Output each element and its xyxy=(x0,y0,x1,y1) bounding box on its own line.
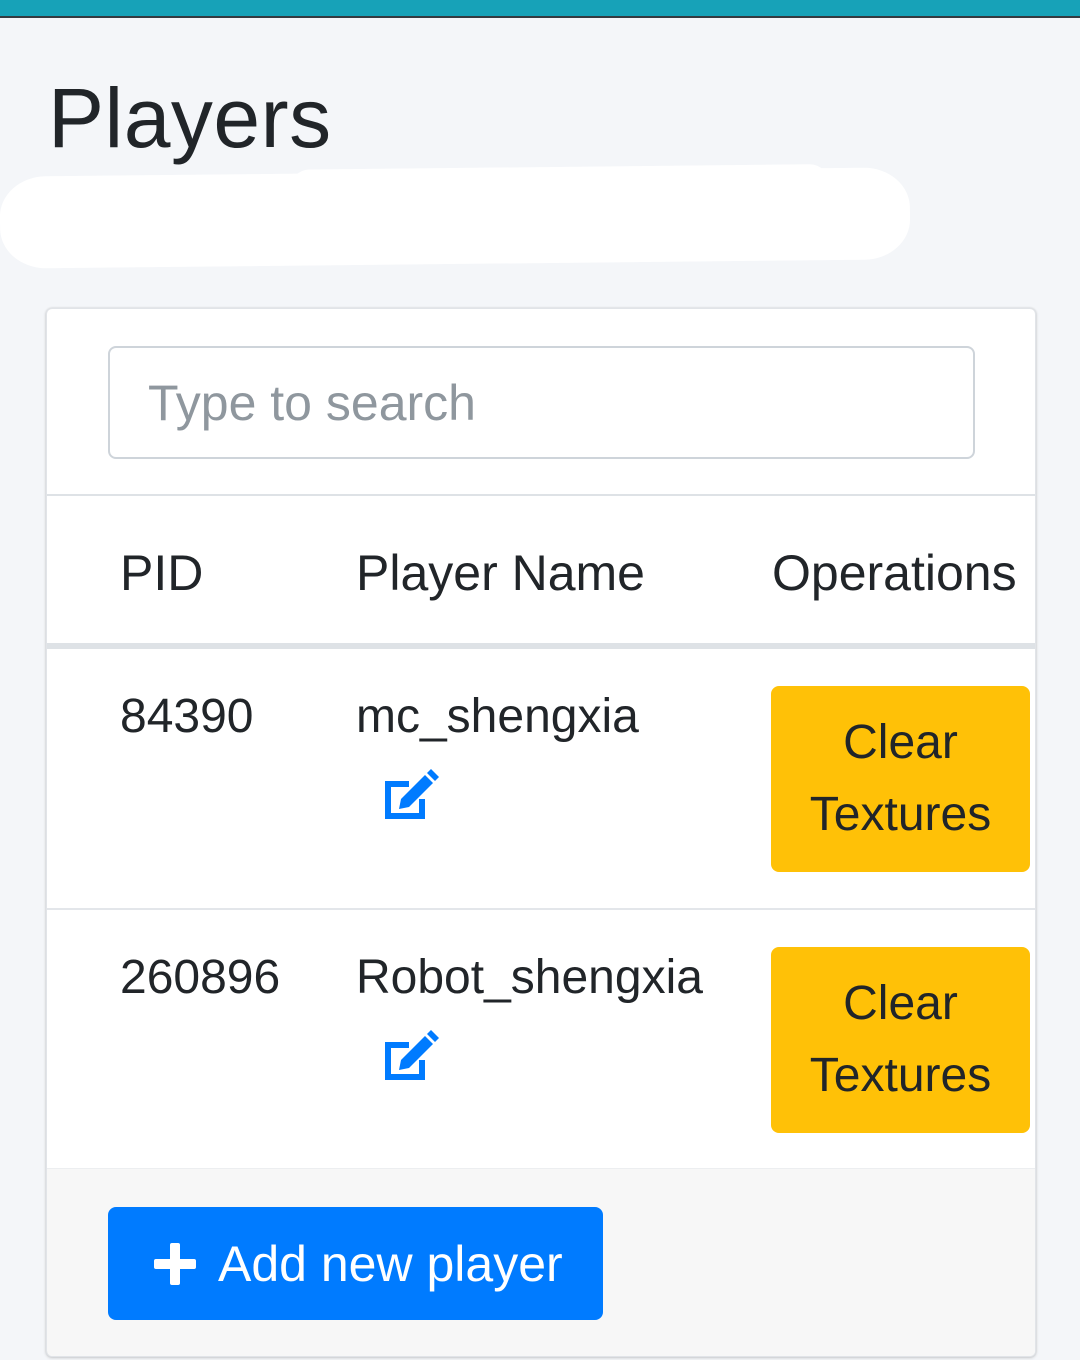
table-row: 260896 Robot_shengxia Clear Textures xyxy=(47,910,1035,1171)
add-new-player-button[interactable]: Add new player xyxy=(108,1207,603,1320)
clear-textures-label-line2: Textures xyxy=(809,1049,992,1102)
clear-textures-label-line2: Textures xyxy=(809,788,992,841)
top-navbar xyxy=(0,0,1080,18)
player-pid: 84390 xyxy=(120,690,254,743)
clear-textures-button[interactable]: Clear Textures xyxy=(771,947,1030,1133)
page-title: Players xyxy=(48,71,332,165)
column-header-pid[interactable]: PID xyxy=(120,544,203,602)
column-header-operations: Operations xyxy=(772,545,1017,601)
search-input[interactable] xyxy=(108,346,975,459)
clear-textures-label-line1: Clear xyxy=(843,716,958,769)
players-card: PID Player Name Operations 84390 mc_shen… xyxy=(46,308,1036,1357)
card-footer: Add new player xyxy=(47,1168,1035,1356)
search-section xyxy=(47,309,1035,496)
player-name: Robot_shengxia xyxy=(356,951,703,1004)
clear-textures-label-line1: Clear xyxy=(843,977,958,1030)
table-header: PID Player Name Operations xyxy=(47,496,1035,649)
clear-textures-button[interactable]: Clear Textures xyxy=(771,686,1030,872)
edit-icon[interactable] xyxy=(381,1030,439,1082)
redaction-mark xyxy=(0,167,911,269)
player-name: mc_shengxia xyxy=(356,690,639,743)
add-new-player-label: Add new player xyxy=(218,1235,563,1292)
plus-icon xyxy=(154,1242,196,1285)
players-table: PID Player Name Operations 84390 mc_shen… xyxy=(47,496,1035,1355)
edit-icon[interactable] xyxy=(381,769,439,821)
table-row: 84390 mc_shengxia Clear Textures xyxy=(47,649,1035,910)
player-pid: 260896 xyxy=(120,951,281,1004)
column-header-player-name[interactable]: Player Name xyxy=(356,544,645,602)
